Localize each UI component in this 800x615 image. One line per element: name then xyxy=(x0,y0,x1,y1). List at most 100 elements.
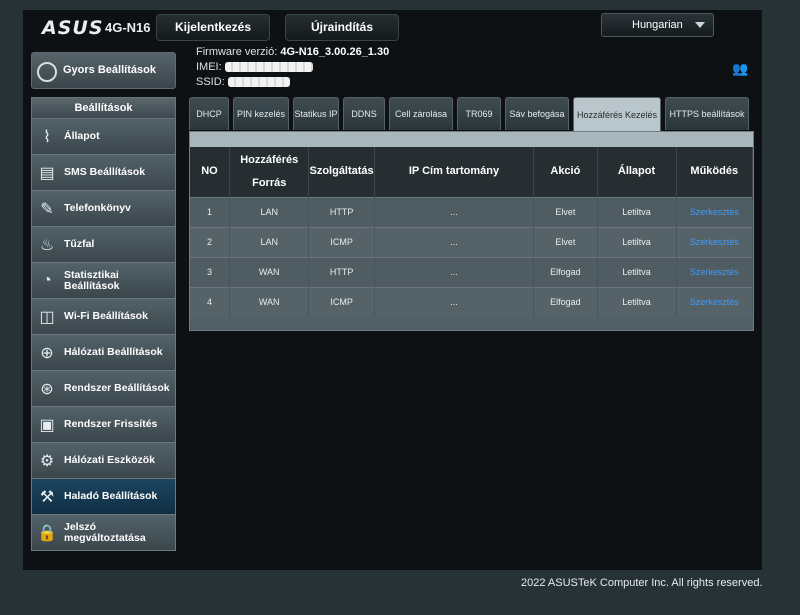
firewall-icon: ♨ xyxy=(39,236,55,254)
sidebar-item[interactable]: ⚙ Hálózati Eszközök xyxy=(31,443,176,479)
column-header: Hozzáférés Forrás xyxy=(229,147,310,197)
sidebar-item-label: SMS Beállítások xyxy=(64,166,146,178)
sidebar-item-label: Állapot xyxy=(64,130,100,142)
gauge-icon: ◔ xyxy=(42,271,52,289)
device-info: Firmware verzió: 4G-N16_3.00.26_1.30 IME… xyxy=(196,45,389,90)
imei-label: IMEI: xyxy=(196,61,222,73)
tab[interactable]: TR069 xyxy=(457,97,501,130)
table-cell: Letiltva xyxy=(597,256,677,287)
tab[interactable]: DHCP xyxy=(189,97,229,130)
column-header: Szolgáltatás xyxy=(308,147,375,197)
sidebar-item[interactable]: ✎ Telefonkönyv xyxy=(31,191,176,227)
column-header: NO xyxy=(190,147,230,197)
quick-setup-button[interactable]: Gyors Beállítások xyxy=(31,52,176,89)
pulse-icon: ⌇ xyxy=(43,128,51,146)
firmware-value: 4G-N16_3.00.26_1.30 xyxy=(280,46,390,58)
firmware-label: Firmware verzió: xyxy=(196,46,278,58)
table-cell: Letiltva xyxy=(597,286,677,317)
table-cell: ... xyxy=(374,226,535,257)
table-cell: HTTP xyxy=(308,256,375,287)
globe-icon: ⊕ xyxy=(40,344,54,362)
edit-link[interactable]: Szerkesztés xyxy=(676,226,754,257)
table-cell: WAN xyxy=(229,286,310,317)
logout-button[interactable]: Kijelentkezés xyxy=(156,14,270,41)
gear-icon: ⚙ xyxy=(39,452,55,470)
imei-redacted xyxy=(224,62,313,73)
wizard-icon xyxy=(37,62,57,82)
edit-link[interactable]: Szerkesztés xyxy=(676,256,754,287)
table-cell: WAN xyxy=(229,256,310,287)
tab[interactable]: HTTPS beállítások xyxy=(665,97,749,130)
sidebar-item[interactable]: ◫ Wi-Fi Beállítások xyxy=(31,299,176,335)
table-cell: Elvet xyxy=(533,226,598,257)
sidebar-item[interactable]: ▣ Rendszer Frissítés xyxy=(31,407,176,443)
edit-link[interactable]: Szerkesztés xyxy=(676,286,754,317)
table-cell: ... xyxy=(374,256,535,287)
table-cell: Elfogad xyxy=(533,256,598,287)
table-cell: 1 xyxy=(190,196,230,227)
table-cell: 2 xyxy=(190,226,230,257)
sidebar-item-label: Telefonkönyv xyxy=(64,202,131,214)
tab[interactable]: DDNS xyxy=(343,97,385,130)
sidebar-menu: Beállítások ⌇ Állapot ▤ SMS Beállítások ✎ Tel… xyxy=(31,97,176,551)
table-cell: 3 xyxy=(190,256,230,287)
reboot-button[interactable]: Újraindítás xyxy=(285,14,399,41)
sidebar-item-label: Tűzfal xyxy=(64,238,95,250)
access-rules-table: NO Hozzáférés Forrás Szolgáltatás IP Cím ta… xyxy=(190,147,754,317)
sidebar-item-label: Rendszer Beállítások xyxy=(64,382,170,394)
table-cell: ICMP xyxy=(308,226,375,257)
sidebar-item[interactable]: ◔ Statisztikai Beállítások xyxy=(31,263,176,299)
sidebar-section-title: Beállítások xyxy=(31,97,176,119)
sidebar-item[interactable]: ▤ SMS Beállítások xyxy=(31,155,176,191)
access-control-panel: NO Hozzáférés Forrás Szolgáltatás IP Cím ta… xyxy=(189,131,754,331)
sidebar-item[interactable]: ⊕ Hálózati Beállítások xyxy=(31,335,176,371)
tab[interactable]: Cell zárolása xyxy=(389,97,453,130)
tab[interactable]: Statikus IP xyxy=(293,97,339,130)
column-header: Állapot xyxy=(597,147,677,197)
table-cell: HTTP xyxy=(308,196,375,227)
sidebar-item-label: Jelszó megváltoztatása xyxy=(64,520,146,544)
users-icon[interactable]: 👥 xyxy=(732,61,748,77)
quick-setup-label: Gyors Beállítások xyxy=(63,64,156,76)
globe-gear-icon: ⊛ xyxy=(40,380,54,398)
table-cell: Elvet xyxy=(533,196,598,227)
copyright-footer: 2022 ASUSTeK Computer Inc. All rights re… xyxy=(521,577,763,589)
sidebar-item[interactable]: ⌇ Állapot xyxy=(31,119,176,155)
tab[interactable]: PIN kezelés xyxy=(233,97,289,130)
table-row: 3 WAN HTTP... Elfogad Letiltva Szerkesztés xyxy=(190,256,754,287)
table-row: 1 LAN HTTP... Elvet Letiltva Szerkesztés xyxy=(190,196,754,227)
ssid-label: SSID: xyxy=(196,76,225,88)
table-cell: ... xyxy=(374,286,535,317)
table-cell: LAN xyxy=(229,196,310,227)
sidebar-item-label: Hálózati Beállítások xyxy=(64,346,163,358)
table-cell: ... xyxy=(374,196,535,227)
sidebar-item[interactable]: 🔒 Jelszó megváltoztatása xyxy=(31,515,176,551)
tab[interactable]: Sáv befogása xyxy=(505,97,569,130)
sidebar-item-label: Haladó Beállítások xyxy=(64,490,158,502)
chevron-down-icon xyxy=(695,22,705,28)
lock-icon: 🔒 xyxy=(37,524,57,542)
tab[interactable]: Hozzáférés Kezelés xyxy=(573,97,661,131)
sidebar-item-label: Rendszer Frissítés xyxy=(64,418,158,430)
sidebar-item-label: Statisztikai Beállítások xyxy=(64,268,120,292)
language-select[interactable]: Hungarian xyxy=(601,13,714,37)
tab-bar: DHCP PIN kezelés Statikus IP DDNS Cell zárol… xyxy=(189,97,753,131)
sidebar-item[interactable]: ⊛ Rendszer Beállítások xyxy=(31,371,176,407)
panel-header-strip xyxy=(190,132,753,147)
sidebar-item-label: Wi-Fi Beállítások xyxy=(64,310,148,322)
wifi-icon: ◫ xyxy=(39,308,55,326)
sidebar-item[interactable]: ⚒ Haladó Beállítások xyxy=(31,479,176,515)
column-header: IP Cím tartomány xyxy=(374,147,535,197)
table-cell: Letiltva xyxy=(597,196,677,227)
edit-link[interactable]: Szerkesztés xyxy=(676,196,754,227)
table-cell: Letiltva xyxy=(597,226,677,257)
table-row: 2 LAN ICMP... Elvet Letiltva Szerkesztés xyxy=(190,226,754,257)
model-name: 4G-N16 xyxy=(105,20,151,35)
column-header: Működés xyxy=(676,147,754,197)
column-header: Akció xyxy=(533,147,598,197)
language-value: Hungarian xyxy=(632,19,683,31)
phonebook-icon: ✎ xyxy=(40,200,54,218)
table-row: 4 WAN ICMP... Elfogad Letiltva Szerkesztés xyxy=(190,286,754,317)
sidebar-item[interactable]: ♨ Tűzfal xyxy=(31,227,176,263)
table-cell: Elfogad xyxy=(533,286,598,317)
